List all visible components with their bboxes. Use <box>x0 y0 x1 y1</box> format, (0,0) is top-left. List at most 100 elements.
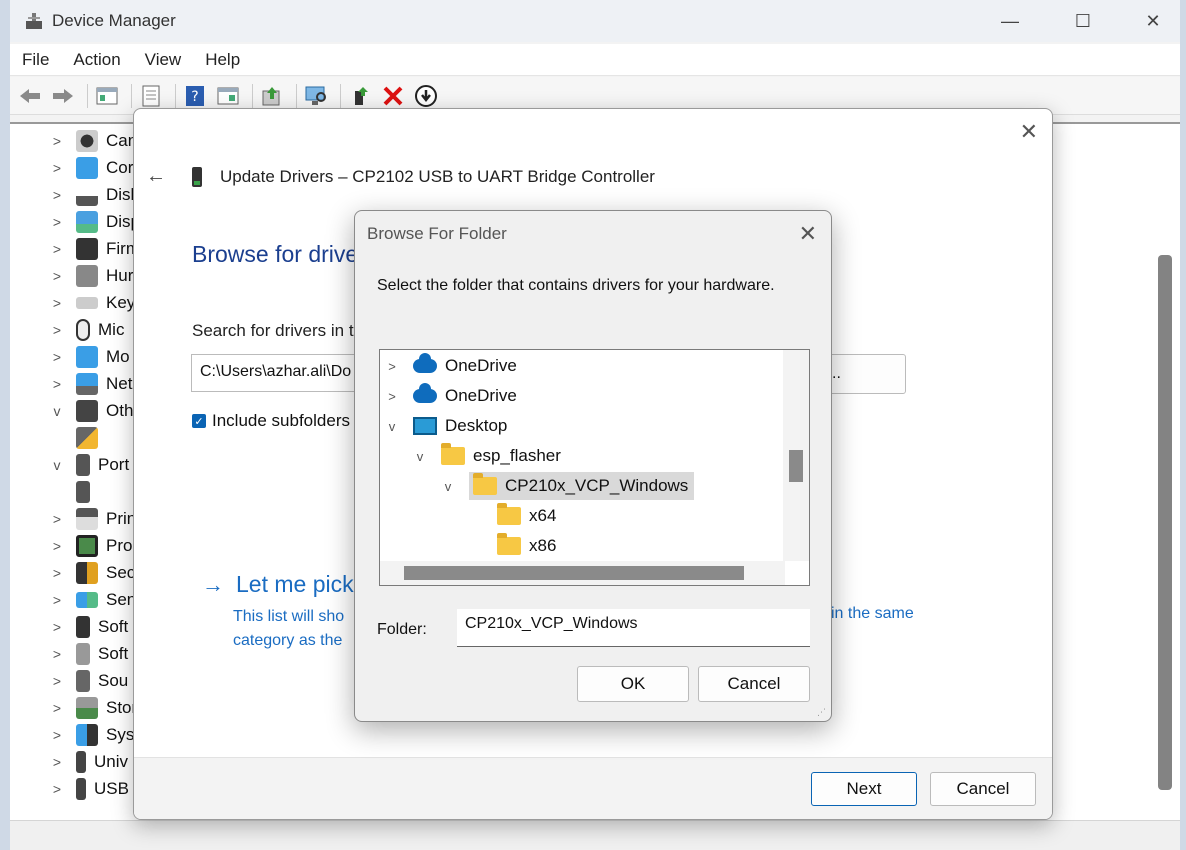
chevron-icon[interactable]: > <box>50 349 64 365</box>
uninstall-device-icon[interactable] <box>379 82 407 110</box>
folder-tree-item[interactable]: > OneDrive <box>385 382 517 410</box>
resize-grip-icon[interactable]: ⋰ <box>817 707 827 717</box>
menu-view[interactable]: View <box>133 50 194 70</box>
chevron-icon[interactable]: > <box>50 133 64 149</box>
chevron-icon[interactable]: > <box>50 241 64 257</box>
tree-item[interactable]: > Key <box>50 289 135 316</box>
chevron-icon[interactable]: > <box>50 322 64 338</box>
chevron-icon[interactable]: > <box>50 376 64 392</box>
folder-tree-horizontal-scrollbar[interactable] <box>380 561 785 585</box>
tree-item[interactable]: > Firm <box>50 235 140 262</box>
chevron-icon[interactable]: > <box>50 700 64 716</box>
tree-item[interactable]: > Univ <box>50 748 128 775</box>
ok-button[interactable]: OK <box>577 666 689 702</box>
chevron-right-icon[interactable]: > <box>385 359 399 374</box>
chevron-icon[interactable]: > <box>50 673 64 689</box>
show-hide-console-tree-icon[interactable] <box>93 82 121 110</box>
help-icon[interactable]: ? <box>181 82 209 110</box>
include-subfolders-checkbox[interactable]: ✓ Include subfolders <box>192 411 350 431</box>
dialog-close-button[interactable]: ✕ <box>799 221 817 247</box>
tree-item[interactable]: > Prin <box>50 505 136 532</box>
action-pane-icon[interactable] <box>214 82 242 110</box>
checkmark-icon[interactable]: ✓ <box>192 414 206 428</box>
scroll-thumb[interactable] <box>404 566 744 580</box>
tree-item[interactable]: > Can <box>50 127 137 154</box>
vertical-scrollbar[interactable] <box>1158 255 1172 790</box>
tree-item[interactable]: v Port <box>50 451 129 478</box>
chevron-right-icon[interactable]: > <box>385 389 399 404</box>
chevron-icon[interactable]: > <box>50 646 64 662</box>
minimize-button[interactable]: — <box>975 0 1045 42</box>
chevron-icon[interactable]: > <box>50 754 64 770</box>
tree-item[interactable]: > Soft <box>50 640 128 667</box>
update-driver-icon[interactable] <box>258 82 286 110</box>
scan-hardware-icon[interactable] <box>302 82 330 110</box>
toolbar-separator <box>340 83 341 108</box>
chevron-icon[interactable]: > <box>50 295 64 311</box>
back-arrow-icon[interactable]: ← <box>146 165 166 188</box>
enable-device-icon[interactable] <box>346 82 374 110</box>
close-button[interactable]: ✕ <box>1118 0 1186 42</box>
tree-item[interactable] <box>76 424 106 451</box>
tree-item[interactable]: > USB <box>50 775 129 802</box>
chevron-icon[interactable]: > <box>50 781 64 797</box>
menu-file[interactable]: File <box>10 50 61 70</box>
tree-item[interactable]: > Disk <box>50 181 139 208</box>
chevron-icon[interactable]: > <box>50 160 64 176</box>
chevron-icon[interactable]: > <box>50 268 64 284</box>
desktop-icon <box>413 417 437 435</box>
wizard-close-button[interactable]: ✕ <box>1020 119 1038 145</box>
tree-item[interactable]: > Sou <box>50 667 128 694</box>
tree-item[interactable]: > Secu <box>50 559 145 586</box>
folder-tree-item[interactable]: v esp_flasher <box>413 442 561 470</box>
folder-tree-vertical-scrollbar[interactable] <box>783 350 809 561</box>
tree-item[interactable]: > Net <box>50 370 132 397</box>
back-icon[interactable] <box>16 82 44 110</box>
chevron-icon[interactable]: > <box>50 565 64 581</box>
folder-input[interactable]: CP210x_VCP_Windows <box>457 609 810 647</box>
tree-item[interactable]: > Proc <box>50 532 141 559</box>
let-me-pick-link[interactable]: → Let me pick <box>202 571 354 598</box>
maximize-button[interactable]: ☐ <box>1048 0 1118 42</box>
tree-item[interactable]: > Mo <box>50 343 130 370</box>
tree-item[interactable]: > Soft <box>50 613 128 640</box>
selected-highlight[interactable]: CP210x_VCP_Windows <box>469 472 695 500</box>
chevron-icon[interactable]: > <box>50 511 64 527</box>
chevron-icon[interactable]: > <box>50 187 64 203</box>
chevron-icon[interactable]: > <box>50 619 64 635</box>
chevron-down-icon[interactable]: v <box>385 419 399 434</box>
chevron-icon[interactable]: > <box>50 592 64 608</box>
menu-action[interactable]: Action <box>61 50 132 70</box>
tree-item[interactable]: > Mic <box>50 316 124 343</box>
scroll-thumb[interactable] <box>789 450 803 482</box>
chevron-icon[interactable]: > <box>50 538 64 554</box>
chevron-icon[interactable]: > <box>50 727 64 743</box>
folder-tree-item[interactable]: x64 <box>497 502 556 530</box>
chevron-icon[interactable]: v <box>50 457 64 473</box>
folder-tree-item[interactable]: > OneDrive <box>385 352 517 380</box>
tree-item[interactable]: > Sen <box>50 586 136 613</box>
properties-icon[interactable] <box>137 82 165 110</box>
forward-icon[interactable] <box>49 82 77 110</box>
tree-item[interactable]: v Oth <box>50 397 133 424</box>
disable-device-icon[interactable] <box>412 82 440 110</box>
folder-tree-item[interactable]: x86 <box>497 532 556 560</box>
network-adapter-icon <box>76 372 98 395</box>
chevron-icon[interactable]: > <box>50 214 64 230</box>
folder-tree-item-selected[interactable]: v CP210x_VCP_Windows <box>441 472 695 500</box>
tree-item[interactable]: > Cor <box>50 154 133 181</box>
next-button[interactable]: Next <box>811 772 917 806</box>
dialog-cancel-button[interactable]: Cancel <box>698 666 810 702</box>
chevron-down-icon[interactable]: v <box>441 479 455 494</box>
tree-item[interactable]: > Stor <box>50 694 137 721</box>
tree-item[interactable]: > Hur <box>50 262 133 289</box>
menu-help[interactable]: Help <box>193 50 252 70</box>
chevron-down-icon[interactable]: v <box>413 449 427 464</box>
tree-item[interactable]: > Disp <box>50 208 140 235</box>
wizard-cancel-button[interactable]: Cancel <box>930 772 1036 806</box>
chevron-icon[interactable]: v <box>50 403 64 419</box>
tree-item[interactable] <box>76 478 98 505</box>
onedrive-icon <box>413 353 437 373</box>
tree-item[interactable]: > Syst <box>50 721 139 748</box>
folder-tree-item[interactable]: v Desktop <box>385 412 507 440</box>
